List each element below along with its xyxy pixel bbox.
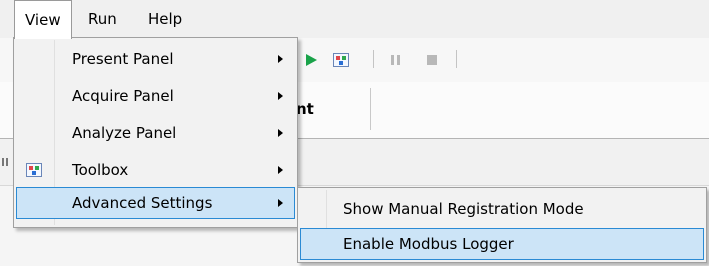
ribbon-partial-label: nt [296, 100, 314, 118]
menu-item-label: Present Panel [72, 50, 174, 68]
menu-item-label: Advanced Settings [72, 194, 213, 212]
menu-item-toolbox[interactable]: Toolbox [16, 155, 295, 185]
splitter-handle-icon[interactable] [2, 158, 8, 166]
menu-run[interactable]: Run [78, 0, 127, 38]
menu-item-analyze-panel[interactable]: Analyze Panel [16, 118, 295, 148]
toolbox-icon [26, 163, 42, 177]
pause-icon[interactable] [390, 54, 402, 66]
menu-item-enable-modbus-logger[interactable]: Enable Modbus Logger [300, 228, 704, 260]
ribbon-divider [370, 88, 371, 130]
submenu-arrow-icon [278, 129, 283, 137]
menu-item-advanced-settings[interactable]: Advanced Settings [16, 187, 295, 219]
menu-item-show-manual-registration-mode[interactable]: Show Manual Registration Mode [300, 194, 704, 224]
menu-item-present-panel[interactable]: Present Panel [16, 44, 295, 74]
stop-icon[interactable] [426, 54, 438, 66]
play-icon[interactable] [306, 54, 318, 66]
menu-view[interactable]: View [14, 0, 72, 39]
toolbar-separator [373, 50, 374, 68]
view-menu: Present Panel Acquire Panel Analyze Pane… [13, 37, 298, 228]
menu-item-label: Enable Modbus Logger [343, 235, 514, 253]
menu-item-acquire-panel[interactable]: Acquire Panel [16, 81, 295, 111]
menu-item-label: Show Manual Registration Mode [343, 200, 584, 218]
submenu-arrow-icon [278, 55, 283, 63]
submenu-arrow-icon [278, 166, 283, 174]
toolbar-separator [456, 50, 457, 68]
image-icon[interactable] [333, 53, 349, 67]
menu-item-label: Acquire Panel [72, 87, 174, 105]
advanced-settings-submenu: Show Manual Registration Mode Enable Mod… [297, 187, 707, 263]
menu-item-label: Analyze Panel [72, 124, 177, 142]
menu-help[interactable]: Help [138, 0, 192, 38]
submenu-arrow-icon [278, 92, 283, 100]
menu-item-label: Toolbox [72, 161, 129, 179]
submenu-arrow-icon [278, 199, 283, 207]
